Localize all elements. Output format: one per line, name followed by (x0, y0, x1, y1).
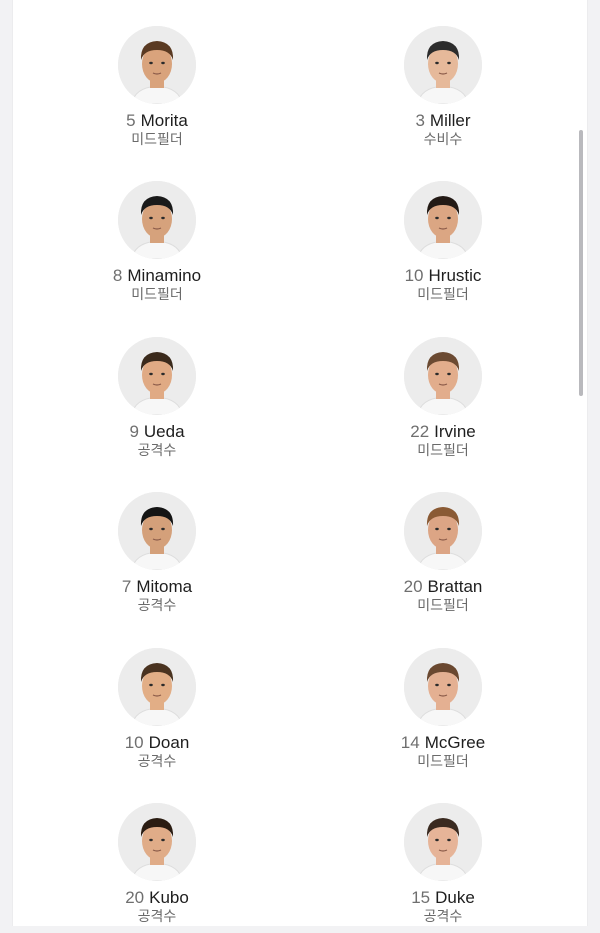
player-name-line: 7 Mitoma (57, 577, 257, 597)
player-photo-icon (404, 337, 482, 415)
player-name: Brattan (427, 577, 483, 596)
player-position: 공격수 (137, 443, 177, 459)
player-name-line: 20 Brattan (343, 577, 543, 597)
player-photo-icon (404, 803, 482, 881)
player-name-line: 8 Minamino (57, 266, 257, 286)
player-position: 미드필더 (417, 443, 469, 459)
player-name-line: 5 Morita (57, 111, 257, 131)
player-position: 미드필더 (417, 754, 469, 770)
player-number: 15 (411, 888, 431, 907)
player-card[interactable]: 10 Doan 공격수 (57, 648, 257, 778)
player-photo-icon (118, 648, 196, 726)
player-photo-icon (118, 337, 196, 415)
player-number: 22 (410, 422, 430, 441)
lineup-panel: 5 Morita 미드필더 3 Miller 수비수 8 Minamino 미드필더 10 Hrus… (12, 0, 588, 926)
player-card[interactable]: 5 Morita 미드필더 (57, 26, 257, 156)
player-name-line: 20 Kubo (57, 888, 257, 908)
player-photo-icon (404, 648, 482, 726)
player-card[interactable]: 20 Brattan 미드필더 (343, 492, 543, 622)
player-photo-icon (118, 803, 196, 881)
player-name-line: 10 Doan (57, 733, 257, 753)
player-name: Ueda (143, 422, 185, 441)
player-card[interactable]: 7 Mitoma 공격수 (57, 492, 257, 622)
player-name: Kubo (149, 888, 189, 907)
player-name-line: 14 McGree (343, 733, 543, 753)
player-number: 8 (112, 266, 123, 285)
player-name: Morita (140, 111, 188, 130)
player-position: 미드필더 (131, 287, 183, 303)
player-name: Minamino (127, 266, 202, 285)
player-name: Mitoma (136, 577, 193, 596)
player-number: 9 (129, 422, 139, 441)
player-photo-icon (404, 492, 482, 570)
player-card[interactable]: 3 Miller 수비수 (343, 26, 543, 156)
player-position: 미드필더 (417, 287, 469, 303)
player-card[interactable]: 14 McGree 미드필더 (343, 648, 543, 778)
player-card[interactable]: 10 Hrustic 미드필더 (343, 181, 543, 311)
player-number: 14 (400, 733, 420, 752)
player-position: 미드필더 (131, 132, 183, 148)
player-name: McGree (424, 733, 486, 752)
player-number: 7 (121, 577, 132, 596)
player-name: Irvine (434, 422, 476, 441)
player-number: 20 (403, 577, 423, 596)
player-number: 20 (125, 888, 145, 907)
player-photo-icon (404, 26, 482, 104)
player-photo-icon (118, 26, 196, 104)
player-name-line: 10 Hrustic (343, 266, 543, 286)
player-card[interactable]: 9 Ueda 공격수 (57, 337, 257, 467)
player-number: 3 (415, 111, 425, 130)
player-name-line: 3 Miller (343, 111, 543, 131)
player-number: 10 (124, 733, 144, 752)
player-number: 10 (404, 266, 424, 285)
player-name: Miller (429, 111, 471, 130)
player-name: Hrustic (428, 266, 482, 285)
player-photo-icon (118, 492, 196, 570)
player-card[interactable]: 8 Minamino 미드필더 (57, 181, 257, 311)
player-position: 공격수 (423, 909, 463, 925)
player-card[interactable]: 20 Kubo 공격수 (57, 803, 257, 933)
player-name-line: 22 Irvine (343, 422, 543, 442)
player-number: 5 (126, 111, 136, 130)
player-name: Duke (435, 888, 475, 907)
player-photo-icon (404, 181, 482, 259)
scrollbar[interactable] (579, 130, 583, 396)
player-name-line: 9 Ueda (57, 422, 257, 442)
player-name-line: 15 Duke (343, 888, 543, 908)
player-position: 공격수 (137, 754, 177, 770)
player-photo-icon (118, 181, 196, 259)
player-position: 공격수 (137, 598, 177, 614)
player-card[interactable]: 22 Irvine 미드필더 (343, 337, 543, 467)
player-card[interactable]: 15 Duke 공격수 (343, 803, 543, 933)
player-name: Doan (148, 733, 190, 752)
player-position: 미드필더 (417, 598, 469, 614)
player-position: 공격수 (137, 909, 177, 925)
player-position: 수비수 (423, 132, 463, 148)
